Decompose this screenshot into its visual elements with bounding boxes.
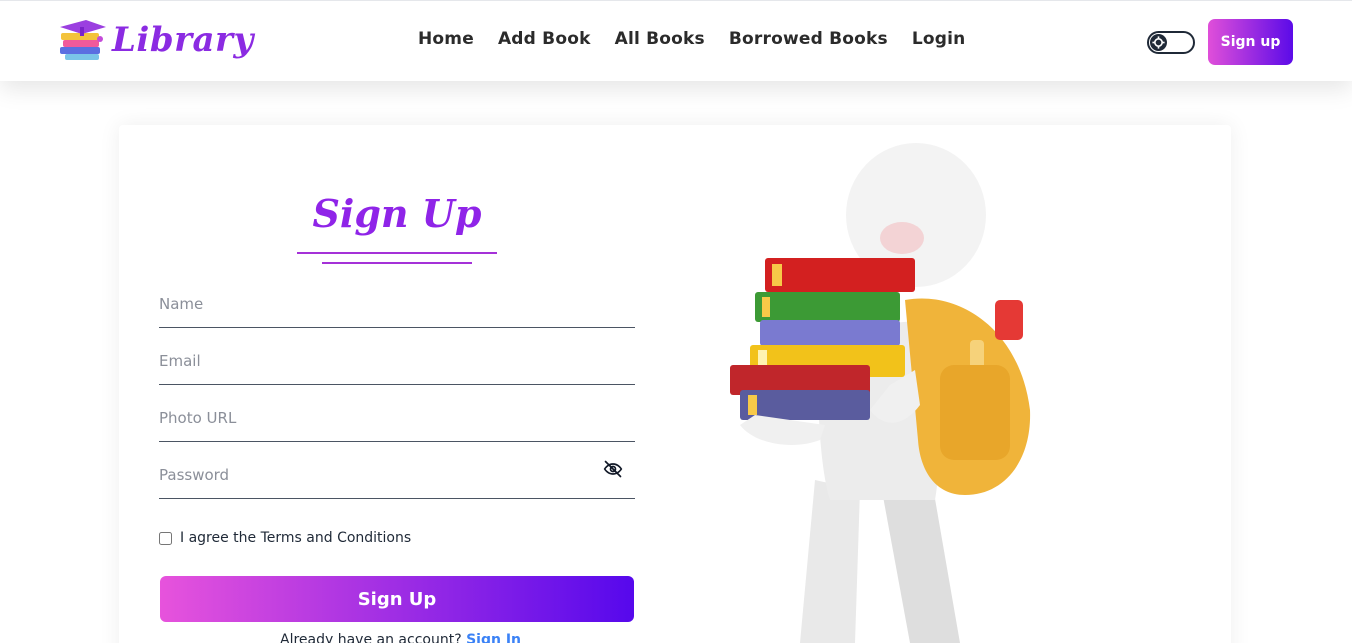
brand-name: Library [112,20,254,60]
nav-home[interactable]: Home [418,29,474,49]
title-underline [297,252,497,254]
eye-slash-icon[interactable] [603,459,623,479]
signin-prompt-row: Already have an account? Sign In [280,632,521,643]
email-input[interactable] [159,341,635,381]
navbar: Library Home Add Book All Books Borrowed… [0,0,1352,81]
signup-submit-button[interactable]: Sign Up [160,576,634,622]
password-input[interactable] [159,455,635,495]
toggle-knob [1150,34,1167,51]
name-input[interactable] [159,284,635,324]
books-logo-icon [60,20,106,60]
gear-icon [1152,36,1165,49]
email-field-wrapper [159,341,635,385]
brand[interactable]: Library [56,17,254,63]
photo-url-input[interactable] [159,398,635,438]
terms-row: I agree the Terms and Conditions [159,530,411,546]
page-title: Sign Up [312,191,482,236]
terms-label: I agree the Terms and Conditions [180,530,412,546]
photo-url-field-wrapper [159,398,635,442]
nav-login[interactable]: Login [912,29,966,49]
signin-prompt: Already have an account? [280,632,462,643]
signin-link[interactable]: Sign In [466,632,521,643]
title-underline-short [322,262,472,264]
signup-button[interactable]: Sign up [1208,19,1293,65]
terms-checkbox[interactable] [159,531,172,545]
main-nav: Home Add Book All Books Borrowed Books L… [418,29,965,49]
person-carrying-books-illustration [730,143,1031,643]
theme-toggle[interactable] [1147,31,1195,54]
nav-add-book[interactable]: Add Book [498,29,591,49]
password-field-wrapper [159,455,635,499]
nav-borrowed-books[interactable]: Borrowed Books [729,29,888,49]
nav-all-books[interactable]: All Books [615,29,705,49]
name-field-wrapper [159,284,635,328]
